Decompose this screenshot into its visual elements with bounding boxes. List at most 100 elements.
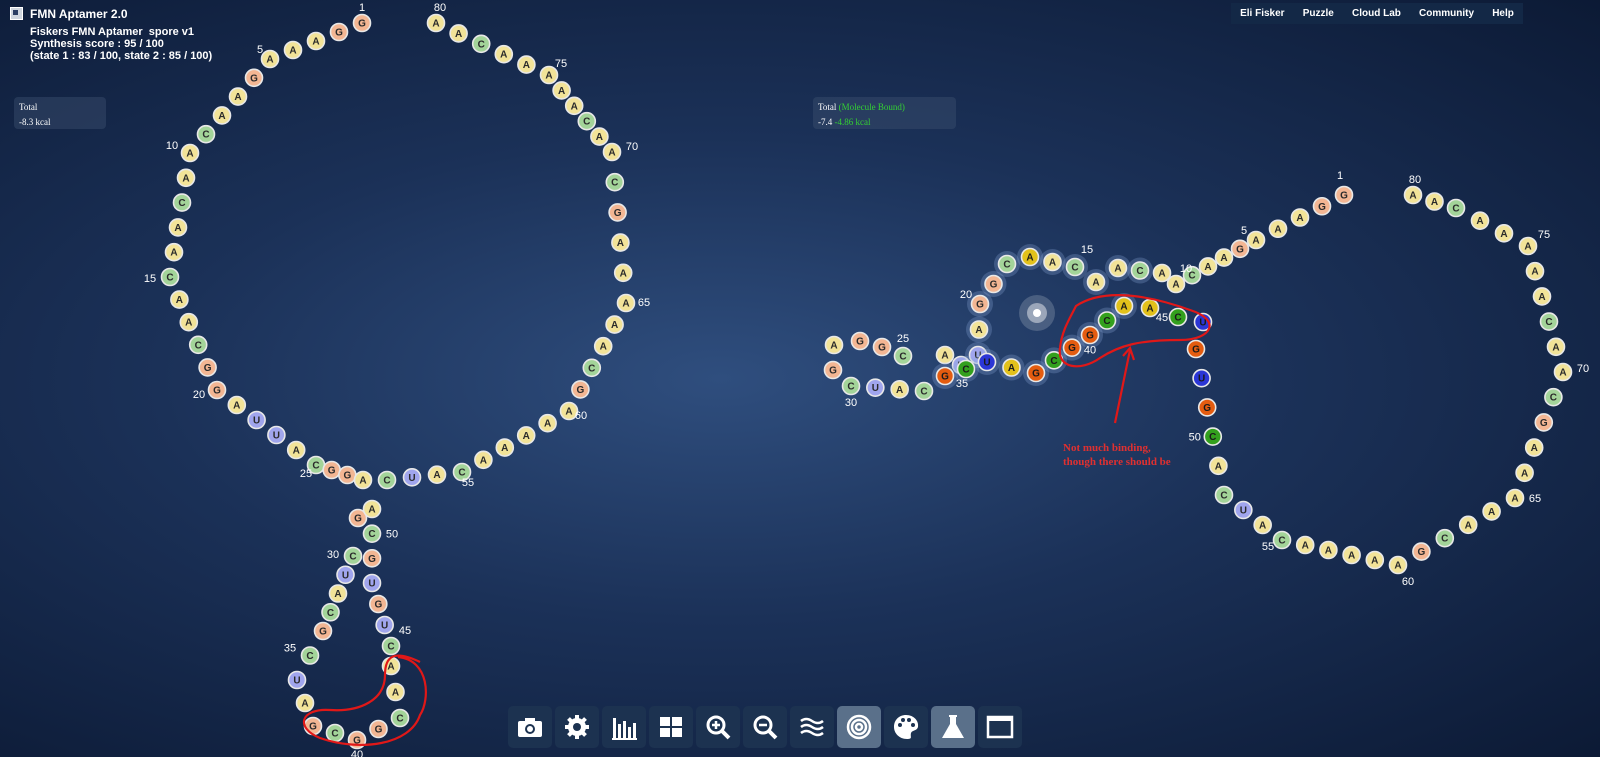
nucleotide-11[interactable]: A [1152, 263, 1172, 283]
nucleotide-3[interactable]: A [1290, 208, 1310, 227]
nucleotide-22[interactable]: U [247, 410, 266, 430]
nucleotide-48[interactable]: U [362, 573, 382, 593]
nucleotide-10[interactable]: A [180, 143, 200, 163]
nucleotide-27[interactable]: G [850, 331, 870, 351]
nucleotide-7[interactable]: A [228, 87, 248, 106]
synthesis-button[interactable] [931, 706, 975, 748]
fullscreen-button[interactable] [978, 706, 1022, 748]
nucleotide-47[interactable]: G [1186, 339, 1206, 359]
nucleotide-3[interactable]: A [306, 31, 326, 51]
nucleotide-75[interactable]: A [1518, 236, 1538, 256]
nucleotide-49[interactable]: G [1197, 398, 1217, 417]
nucleotide-53[interactable]: U [1234, 500, 1253, 520]
rna-structure-state-2[interactable]: GGAAAGAACAACAACAACGGAUUACGGAGCUACGCUAGCG… [823, 170, 1590, 588]
nucleotide-32[interactable]: A [890, 380, 909, 399]
nucleotide-25[interactable]: C [893, 346, 913, 366]
nucleotide-69[interactable]: C [1544, 387, 1563, 407]
spec-button[interactable] [602, 706, 646, 748]
palette-button[interactable] [884, 706, 928, 748]
screenshot-button[interactable] [508, 706, 552, 748]
nucleotide-49[interactable]: G [362, 549, 382, 568]
nucleotide-21[interactable]: A [227, 395, 247, 415]
nucleotide-52[interactable]: C [1214, 485, 1234, 505]
nucleotide-64[interactable]: A [605, 315, 624, 334]
nucleotide-28[interactable]: A [353, 470, 373, 490]
nucleotide-74[interactable]: A [552, 81, 571, 100]
nucleotide-6[interactable]: G [244, 68, 264, 88]
nucleotide-12[interactable]: C [1127, 257, 1153, 284]
nucleotide-41[interactable]: G [369, 719, 388, 739]
nucleotide-77[interactable]: A [1470, 211, 1490, 230]
rna-structure-state-1[interactable]: GGAAAGAACAACAACAACGGAUUAC G G AGCUACGCUAGCG… [144, 2, 650, 757]
nucleotide-50[interactable]: C [362, 524, 382, 543]
nucleotide-31[interactable]: U [866, 378, 885, 397]
nucleotide-1[interactable]: G [352, 13, 372, 33]
nucleotide-70[interactable]: A [1553, 362, 1573, 382]
nucleotide-36[interactable]: U [287, 670, 307, 690]
nucleotide-23[interactable]: U [267, 425, 286, 445]
nucleotide-34[interactable]: G [313, 621, 333, 641]
nucleotide-48[interactable]: U [1192, 368, 1211, 388]
nucleotide-7[interactable]: A [1214, 248, 1234, 267]
nucleotide-36[interactable]: U [974, 349, 1000, 375]
nucleotide-46[interactable]: U [375, 615, 394, 635]
nucleotide-19[interactable]: G [198, 358, 217, 377]
nucleotide-9[interactable]: C [196, 124, 216, 144]
nucleotide-53[interactable]: U [402, 468, 422, 487]
nucleotide-29[interactable]: G [823, 360, 843, 380]
nucleotide-80[interactable]: A [1403, 185, 1423, 205]
nucleotide-73[interactable]: A [564, 96, 584, 116]
layout-button[interactable] [649, 706, 693, 748]
nucleotide-16[interactable]: A [1039, 249, 1066, 275]
nucleotide-65[interactable]: A [616, 293, 636, 313]
nucleotide-33[interactable]: C [321, 602, 340, 622]
nucleotide-73[interactable]: A [1532, 287, 1552, 306]
nucleotide-11[interactable]: A [176, 168, 196, 188]
nucleotide-72[interactable]: C [577, 111, 597, 131]
nucleotide-55[interactable]: C [1272, 530, 1292, 550]
nucleotide-57[interactable]: A [1319, 540, 1338, 560]
nucleotide-17[interactable]: A [179, 312, 199, 332]
nucleotide-51[interactable]: A [1209, 456, 1228, 476]
nucleotide-13[interactable]: A [168, 218, 188, 237]
nucleotide-42[interactable]: C [390, 708, 410, 728]
nucleotide-38[interactable]: G [303, 716, 323, 736]
nucleotide-78[interactable]: C [1446, 198, 1466, 218]
nucleotide-71[interactable]: A [590, 127, 609, 146]
nucleotide-6[interactable]: G [1230, 239, 1250, 259]
nucleotide-43[interactable]: A [386, 682, 405, 702]
nucleotide-60[interactable]: A [1388, 555, 1408, 575]
nucleotide-14[interactable]: A [164, 242, 184, 262]
nucleotide-66[interactable]: A [613, 263, 633, 283]
nucleotide-59[interactable]: A [538, 413, 557, 433]
nucleotide-39[interactable]: C [325, 723, 345, 743]
zoom-out-button[interactable] [743, 706, 787, 748]
nucleotide-32[interactable]: A [328, 584, 348, 603]
nucleotide-16[interactable]: A [170, 290, 189, 309]
nucleotide-71[interactable]: A [1546, 337, 1566, 357]
nucleotide-54[interactable]: A [427, 465, 447, 484]
nucleotide-64[interactable]: A [1482, 502, 1501, 521]
nucleotide-69[interactable]: C [605, 172, 625, 192]
nucleotide-35[interactable]: C [300, 646, 320, 665]
nucleotide-52[interactable]: C [377, 470, 397, 490]
nucleotide-66[interactable]: A [1515, 463, 1534, 483]
nucleotide-5[interactable]: A [1246, 230, 1266, 250]
nucleotide-62[interactable]: C [582, 358, 602, 378]
nucleotide-79[interactable]: A [1425, 192, 1444, 211]
nucleotide-27[interactable]: G [338, 465, 357, 485]
nucleotide-24[interactable]: A [935, 345, 955, 365]
nucleotide-57[interactable]: A [495, 438, 515, 457]
nucleotide-37[interactable]: A [295, 693, 315, 713]
nucleotide-37[interactable]: A [998, 354, 1025, 381]
nucleotide-56[interactable]: A [474, 450, 493, 470]
nucleotide-67[interactable]: A [611, 233, 630, 252]
nucleotide-21[interactable]: A [966, 316, 992, 343]
native-mode-button[interactable] [790, 706, 834, 748]
nucleotide-76[interactable]: A [517, 55, 536, 74]
nucleotide-77[interactable]: A [494, 44, 514, 64]
nucleotide-70[interactable]: A [602, 142, 622, 162]
nucleotide-45[interactable]: C [381, 636, 401, 656]
nucleotide-26[interactable]: G [322, 460, 341, 480]
nucleotide-45[interactable]: C [1168, 307, 1188, 327]
